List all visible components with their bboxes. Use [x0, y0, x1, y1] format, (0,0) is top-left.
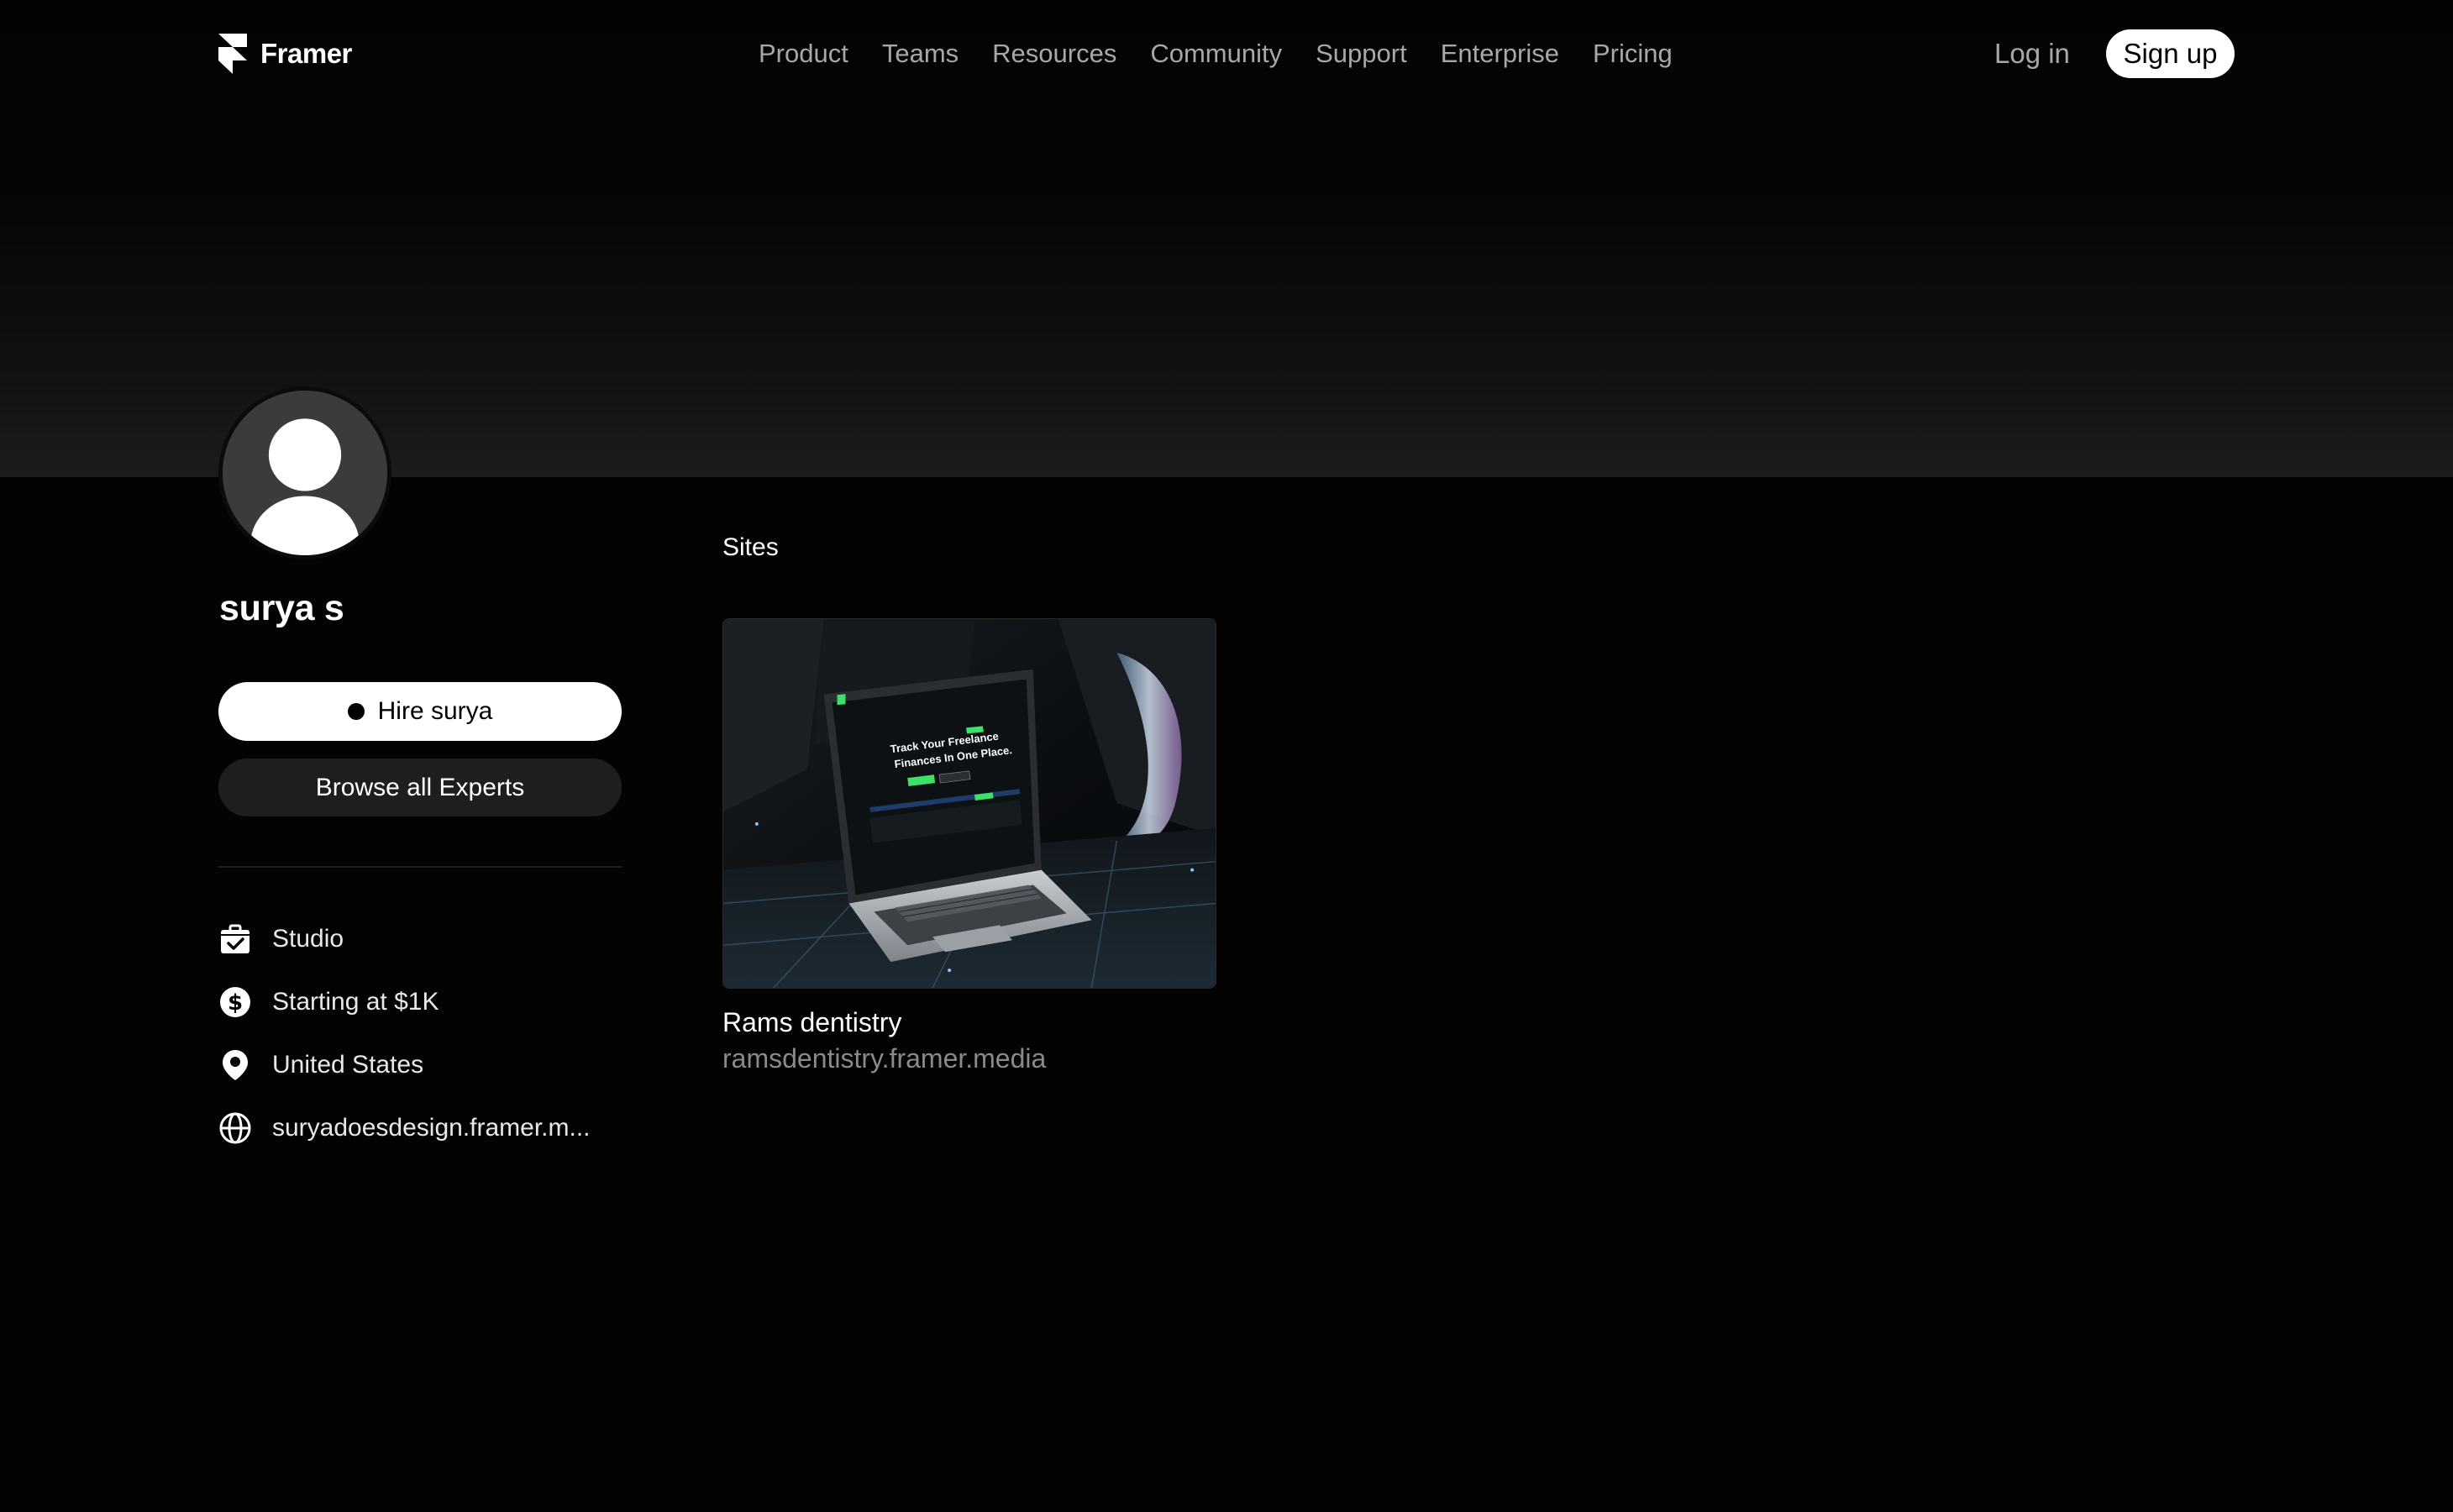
nav-link-resources[interactable]: Resources	[992, 39, 1116, 69]
brand-logo[interactable]: Framer	[218, 32, 352, 76]
site-thumbnail[interactable]: Track Your Freelance Finances In One Pla…	[722, 618, 1216, 989]
dollar-circle-icon: $	[218, 985, 252, 1019]
detail-website-link[interactable]: suryadoesdesign.framer.m...	[272, 1114, 591, 1142]
detail-rate-text: Starting at $1K	[272, 988, 439, 1016]
login-link[interactable]: Log in	[1994, 32, 2070, 76]
map-pin-icon	[218, 1048, 252, 1082]
top-nav: Framer Product Teams Resources Community…	[0, 0, 2453, 108]
globe-icon	[218, 1111, 252, 1145]
page: Framer Product Teams Resources Community…	[0, 0, 2453, 1512]
hire-button[interactable]: Hire surya	[218, 682, 622, 741]
laptop-mockup-image: Track Your Freelance Finances In One Pla…	[723, 619, 1216, 988]
detail-location-text: United States	[272, 1051, 424, 1079]
nav-link-support[interactable]: Support	[1316, 39, 1407, 69]
signup-button[interactable]: Sign up	[2106, 29, 2235, 78]
sites-heading: Sites	[722, 533, 779, 561]
nav-link-enterprise[interactable]: Enterprise	[1441, 39, 1559, 69]
hire-button-label: Hire surya	[377, 697, 493, 725]
brand-name: Framer	[260, 38, 352, 69]
status-dot-icon	[347, 703, 365, 720]
svg-text:$: $	[228, 990, 243, 1016]
divider	[218, 866, 622, 868]
browse-experts-button[interactable]: Browse all Experts	[218, 759, 622, 816]
detail-type: Studio	[218, 916, 622, 963]
site-url[interactable]: ramsdentistry.framer.media	[722, 1043, 1216, 1074]
nav-links: Product Teams Resources Community Suppor…	[759, 32, 1673, 76]
framer-logo-icon	[218, 34, 247, 74]
briefcase-check-icon	[218, 922, 252, 956]
detail-rate: $ Starting at $1K	[218, 979, 622, 1026]
detail-website[interactable]: suryadoesdesign.framer.m...	[218, 1105, 622, 1152]
nav-link-pricing[interactable]: Pricing	[1593, 39, 1673, 69]
site-card[interactable]: Track Your Freelance Finances In One Pla…	[722, 618, 1216, 1074]
nav-link-teams[interactable]: Teams	[882, 39, 959, 69]
nav-link-product[interactable]: Product	[759, 39, 848, 69]
profile-details: Studio $ Starting at $1K United States s…	[218, 916, 622, 1168]
nav-link-community[interactable]: Community	[1150, 39, 1282, 69]
detail-type-text: Studio	[272, 925, 344, 953]
avatar	[218, 386, 391, 559]
user-placeholder-icon	[223, 391, 387, 555]
profile-name: surya s	[219, 588, 344, 628]
site-title[interactable]: Rams dentistry	[722, 1007, 1216, 1038]
detail-location: United States	[218, 1042, 622, 1089]
